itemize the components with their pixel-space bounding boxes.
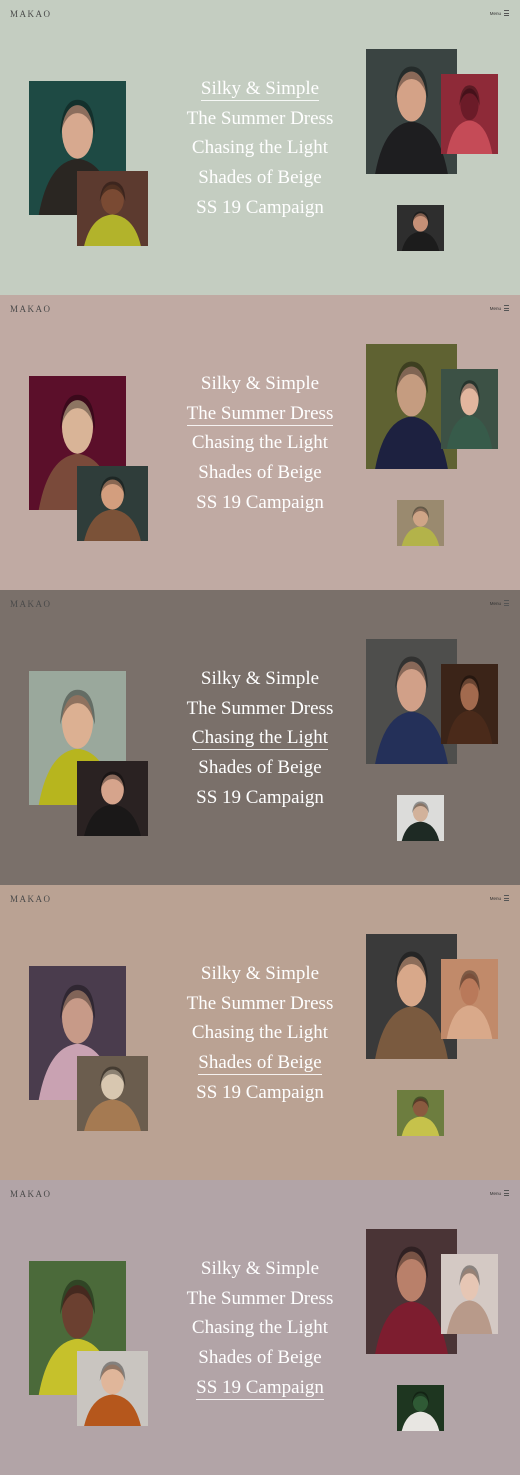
menu-label: Menu xyxy=(489,895,501,901)
collection-link-label: The Summer Dress xyxy=(186,1287,334,1309)
collection-link[interactable]: SS 19 Campaign xyxy=(160,1078,360,1108)
brand-logo[interactable]: MAKAO xyxy=(10,304,52,314)
collection-link-label: Shades of Beige xyxy=(198,1052,322,1076)
collection-link[interactable]: Chasing the Light xyxy=(160,133,360,163)
brand-logo[interactable]: MAKAO xyxy=(10,599,52,609)
collection-link-label: SS 19 Campaign xyxy=(196,786,324,808)
collection-nav: Silky & Simple The Summer Dress Chasing th… xyxy=(160,369,360,518)
collection-link[interactable]: Silky & Simple xyxy=(160,369,360,399)
hamburger-icon xyxy=(504,305,509,311)
right-accent-photo xyxy=(441,959,498,1039)
menu-label: Menu xyxy=(489,305,501,311)
brand-logo[interactable]: MAKAO xyxy=(10,9,52,19)
collection-link[interactable]: Silky & Simple xyxy=(160,1254,360,1284)
right-small-photo xyxy=(397,795,444,841)
collection-link[interactable]: Shades of Beige xyxy=(160,1048,360,1078)
collection-link-label: Silky & Simple xyxy=(200,373,320,394)
collection-link[interactable]: Silky & Simple xyxy=(160,74,360,104)
collection-link[interactable]: Chasing the Light xyxy=(160,723,360,753)
hamburger-icon xyxy=(504,895,509,901)
collection-nav: Silky & Simple The Summer Dress Chasing th… xyxy=(160,1254,360,1403)
menu-button[interactable]: Menu xyxy=(490,305,509,311)
collection-nav: Silky & Simple The Summer Dress Chasing th… xyxy=(160,959,360,1108)
collection-nav: Silky & Simple The Summer Dress Chasing th… xyxy=(160,664,360,813)
collection-link-label: The Summer Dress xyxy=(186,697,334,719)
collection-link-label: SS 19 Campaign xyxy=(196,1081,324,1103)
collection-link-label: The Summer Dress xyxy=(186,107,334,129)
collection-link[interactable]: Silky & Simple xyxy=(160,664,360,694)
menu-label: Menu xyxy=(489,600,501,606)
collection-link[interactable]: Shades of Beige xyxy=(160,458,360,488)
collection-link-label: Chasing the Light xyxy=(191,137,329,159)
right-small-photo xyxy=(397,205,444,251)
menu-button[interactable]: Menu xyxy=(490,600,509,606)
left-small-photo xyxy=(77,1056,148,1131)
collection-link[interactable]: SS 19 Campaign xyxy=(160,783,360,813)
collection-link[interactable]: SS 19 Campaign xyxy=(160,1373,360,1403)
collection-link-label: Chasing the Light xyxy=(191,432,329,454)
brand-logo[interactable]: MAKAO xyxy=(10,894,52,904)
right-small-photo xyxy=(397,1090,444,1136)
page: MAKAO Menu Silky & Simple The Summer Dress C… xyxy=(0,0,520,1475)
collection-link-label: Chasing the Light xyxy=(191,727,329,751)
collection-panel: MAKAO Menu Silky & Simple The Summer Dress C… xyxy=(0,0,520,295)
collection-link[interactable]: Shades of Beige xyxy=(160,163,360,193)
collection-link[interactable]: Shades of Beige xyxy=(160,753,360,783)
hamburger-icon xyxy=(504,600,509,606)
collection-link-label: SS 19 Campaign xyxy=(196,1376,324,1400)
collection-link-label: SS 19 Campaign xyxy=(196,196,324,218)
collection-nav: Silky & Simple The Summer Dress Chasing th… xyxy=(160,74,360,223)
collection-link[interactable]: The Summer Dress xyxy=(160,104,360,134)
collection-link-label: Silky & Simple xyxy=(200,78,320,101)
collection-link[interactable]: SS 19 Campaign xyxy=(160,193,360,223)
hamburger-icon xyxy=(504,10,509,16)
collection-link[interactable]: Chasing the Light xyxy=(160,1018,360,1048)
collection-link-label: The Summer Dress xyxy=(186,402,334,426)
right-small-photo xyxy=(397,500,444,546)
collection-link[interactable]: Shades of Beige xyxy=(160,1343,360,1373)
collection-link-label: Silky & Simple xyxy=(200,1258,320,1279)
collection-link-label: The Summer Dress xyxy=(186,992,334,1014)
collection-link[interactable]: Chasing the Light xyxy=(160,428,360,458)
menu-button[interactable]: Menu xyxy=(490,895,509,901)
left-small-photo xyxy=(77,761,148,836)
left-small-photo xyxy=(77,1351,148,1426)
right-small-photo xyxy=(397,1385,444,1431)
collection-link-label: Shades of Beige xyxy=(198,1347,322,1369)
collection-link-label: Silky & Simple xyxy=(200,963,320,984)
collection-link-label: Shades of Beige xyxy=(198,167,322,189)
collection-link[interactable]: Chasing the Light xyxy=(160,1313,360,1343)
menu-label: Menu xyxy=(489,10,501,16)
collection-panel: MAKAO Menu Silky & Simple The Summer Dress C… xyxy=(0,295,520,590)
right-accent-photo xyxy=(441,1254,498,1334)
collection-link-label: Shades of Beige xyxy=(198,757,322,779)
hamburger-icon xyxy=(504,1190,509,1196)
left-small-photo xyxy=(77,466,148,541)
collection-link[interactable]: The Summer Dress xyxy=(160,989,360,1019)
menu-button[interactable]: Menu xyxy=(490,1190,509,1196)
collection-panel: MAKAO Menu Silky & Simple The Summer Dress C… xyxy=(0,1180,520,1475)
right-accent-photo xyxy=(441,74,498,154)
collection-link[interactable]: Silky & Simple xyxy=(160,959,360,989)
brand-logo[interactable]: MAKAO xyxy=(10,1189,52,1199)
menu-button[interactable]: Menu xyxy=(490,10,509,16)
collection-panel: MAKAO Menu Silky & Simple The Summer Dress C… xyxy=(0,885,520,1180)
collection-link-label: Chasing the Light xyxy=(191,1022,329,1044)
left-small-photo xyxy=(77,171,148,246)
collection-link[interactable]: The Summer Dress xyxy=(160,694,360,724)
collection-link[interactable]: The Summer Dress xyxy=(160,399,360,429)
right-accent-photo xyxy=(441,369,498,449)
right-accent-photo xyxy=(441,664,498,744)
collection-panel: MAKAO Menu Silky & Simple The Summer Dress C… xyxy=(0,590,520,885)
menu-label: Menu xyxy=(489,1190,501,1196)
collection-link-label: Chasing the Light xyxy=(191,1317,329,1339)
collection-link-label: Shades of Beige xyxy=(198,462,322,484)
collection-link-label: Silky & Simple xyxy=(200,668,320,689)
collection-link-label: SS 19 Campaign xyxy=(196,491,324,513)
collection-link[interactable]: The Summer Dress xyxy=(160,1284,360,1314)
collection-link[interactable]: SS 19 Campaign xyxy=(160,488,360,518)
